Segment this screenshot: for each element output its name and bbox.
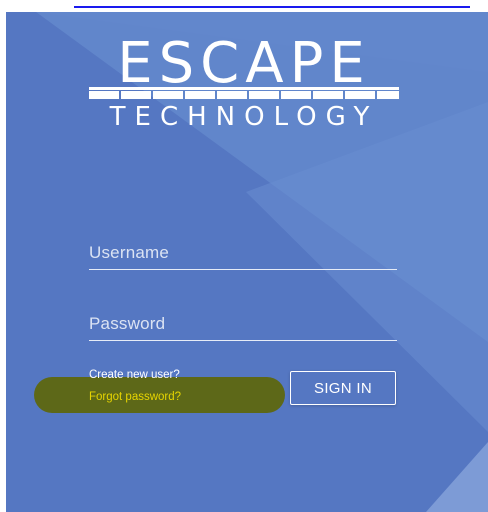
create-user-link[interactable]: Create new user? bbox=[89, 369, 180, 381]
logo-graphic: ESCAPE TECHNOLOGY bbox=[89, 31, 399, 132]
password-field[interactable]: Password bbox=[89, 312, 397, 341]
top-link-underline[interactable] bbox=[74, 0, 470, 8]
username-placeholder: Username bbox=[89, 243, 170, 262]
forgot-password-link[interactable]: Forgot password? bbox=[89, 391, 181, 403]
escape-technology-logo: ESCAPE TECHNOLOGY bbox=[89, 30, 399, 132]
sign-in-button[interactable]: SIGN IN bbox=[290, 371, 396, 405]
logo-title: ESCAPE bbox=[117, 31, 371, 96]
logo-subtitle: TECHNOLOGY bbox=[109, 102, 379, 130]
username-field[interactable]: Username bbox=[89, 241, 397, 270]
password-placeholder: Password bbox=[89, 314, 166, 333]
